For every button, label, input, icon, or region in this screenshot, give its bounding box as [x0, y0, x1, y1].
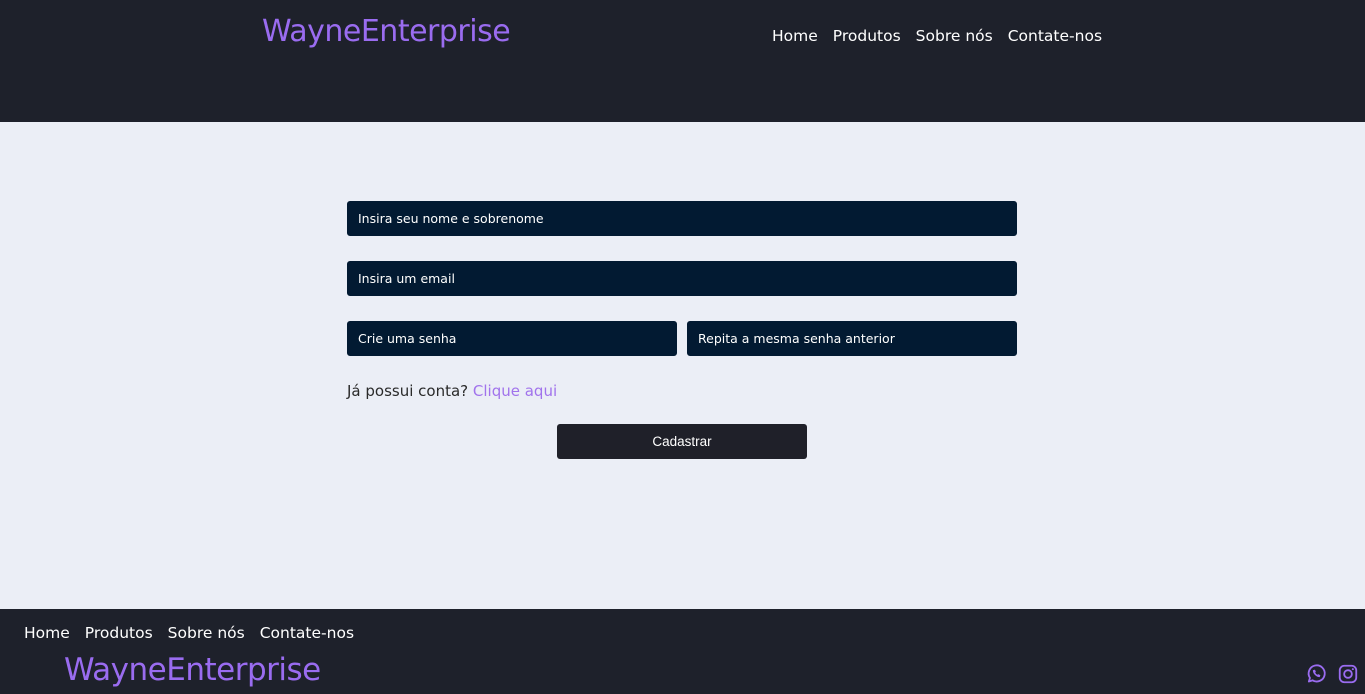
signup-form: Já possui conta? Clique aqui Cadastrar: [347, 201, 1017, 459]
footer-nav-home[interactable]: Home: [24, 624, 70, 642]
footer-nav-contate-nos[interactable]: Contate-nos: [260, 624, 354, 642]
cadastrar-button[interactable]: Cadastrar: [557, 424, 807, 459]
footer-nav-sobre-nos[interactable]: Sobre nós: [168, 624, 245, 642]
nav-home[interactable]: Home: [772, 27, 818, 45]
social-links: [1305, 663, 1359, 685]
nav-produtos[interactable]: Produtos: [833, 27, 901, 45]
nav-contate-nos[interactable]: Contate-nos: [1008, 27, 1102, 45]
login-link[interactable]: Clique aqui: [473, 382, 557, 400]
login-prompt-text: Já possui conta?: [347, 382, 473, 400]
password-repeat-field[interactable]: [687, 321, 1017, 356]
footer-brand-logo[interactable]: WayneEnterprise: [64, 652, 321, 688]
name-field[interactable]: [347, 201, 1017, 236]
password-field[interactable]: [347, 321, 677, 356]
top-nav: Home Produtos Sobre nós Contate-nos: [772, 27, 1102, 45]
login-prompt: Já possui conta? Clique aqui: [347, 382, 1017, 402]
footer-nav: Home Produtos Sobre nós Contate-nos: [24, 624, 354, 642]
instagram-icon[interactable]: [1337, 663, 1359, 685]
email-field[interactable]: [347, 261, 1017, 296]
password-row: [347, 321, 1017, 356]
whatsapp-icon[interactable]: [1305, 663, 1327, 685]
site-header: WayneEnterprise Home Produtos Sobre nós …: [0, 0, 1365, 122]
site-footer: Home Produtos Sobre nós Contate-nos Wayn…: [0, 609, 1365, 694]
footer-nav-produtos[interactable]: Produtos: [85, 624, 153, 642]
nav-sobre-nos[interactable]: Sobre nós: [916, 27, 993, 45]
brand-logo[interactable]: WayneEnterprise: [262, 14, 511, 49]
